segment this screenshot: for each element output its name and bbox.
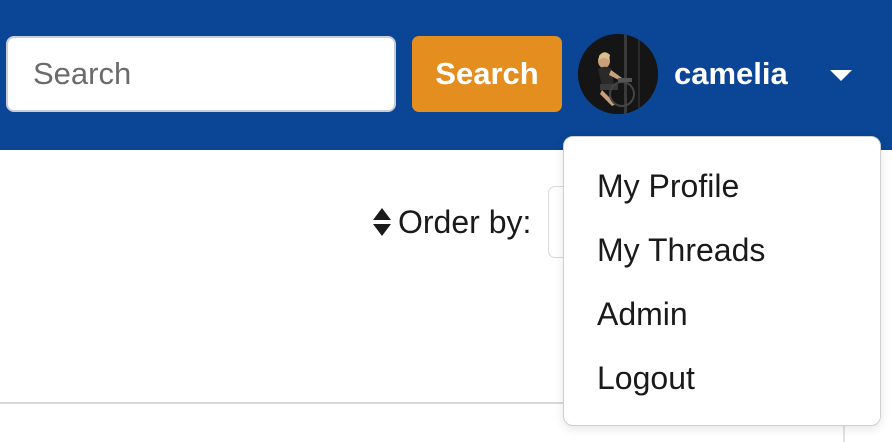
avatar-image — [578, 34, 658, 114]
username: camelia — [674, 56, 788, 91]
order-by-label: Order by: — [372, 200, 531, 244]
top-navbar: Search camelia — [0, 0, 892, 150]
user-dropdown-menu: My Profile My Threads Admin Logout — [563, 136, 881, 426]
sort-icon — [373, 208, 391, 236]
menu-item-admin[interactable]: Admin — [597, 289, 688, 339]
avatar — [578, 34, 658, 114]
caret-down-icon — [830, 70, 852, 81]
search-button[interactable]: Search — [412, 36, 562, 112]
search-input[interactable] — [6, 36, 396, 112]
menu-item-logout[interactable]: Logout — [597, 353, 695, 403]
menu-item-my-threads[interactable]: My Threads — [597, 225, 765, 275]
order-by-text: Order by: — [398, 203, 532, 240]
menu-item-my-profile[interactable]: My Profile — [597, 161, 739, 211]
user-menu-toggle[interactable]: camelia — [578, 34, 878, 114]
